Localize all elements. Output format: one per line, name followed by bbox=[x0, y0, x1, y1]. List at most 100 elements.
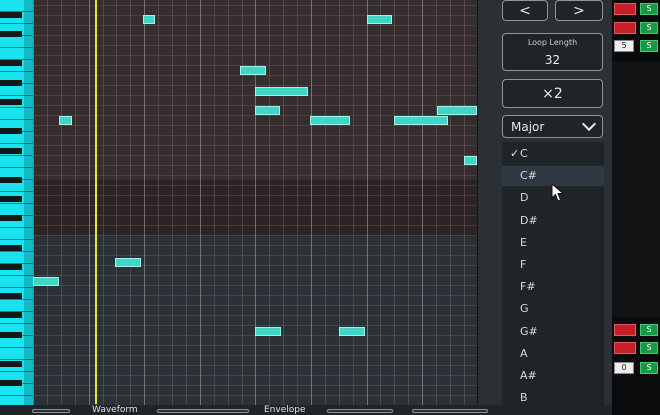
key-option[interactable]: F# bbox=[502, 277, 604, 297]
key-option[interactable]: G# bbox=[502, 322, 604, 342]
key-option-label: F# bbox=[520, 280, 536, 294]
mixer-channel: S bbox=[612, 342, 660, 356]
note[interactable] bbox=[255, 87, 308, 96]
black-key[interactable] bbox=[0, 215, 22, 222]
solo-button[interactable]: S bbox=[640, 22, 658, 34]
note[interactable] bbox=[464, 156, 477, 165]
note[interactable] bbox=[394, 116, 448, 125]
solo-button[interactable]: S bbox=[640, 3, 658, 15]
key-option[interactable]: F bbox=[502, 255, 604, 275]
key-option[interactable]: ✓ C bbox=[502, 144, 604, 164]
note[interactable] bbox=[339, 327, 365, 336]
channel-value[interactable]: 5 bbox=[614, 40, 634, 52]
white-key[interactable] bbox=[0, 252, 33, 264]
channel-value[interactable]: 0 bbox=[614, 362, 634, 374]
mute-button[interactable] bbox=[614, 3, 636, 15]
piano-keyboard[interactable] bbox=[0, 0, 33, 405]
black-key[interactable] bbox=[0, 31, 22, 38]
note[interactable] bbox=[33, 277, 59, 286]
white-key[interactable] bbox=[0, 36, 33, 48]
white-key[interactable] bbox=[0, 396, 33, 405]
black-key[interactable] bbox=[0, 263, 22, 270]
white-key[interactable] bbox=[0, 0, 33, 12]
white-key[interactable] bbox=[0, 84, 33, 96]
mixer-strip: SS5SSS0S bbox=[612, 0, 660, 415]
prev-button[interactable]: < bbox=[502, 0, 548, 21]
key-option-label: E bbox=[520, 235, 527, 249]
note[interactable] bbox=[115, 258, 141, 267]
key-option-label: A bbox=[520, 346, 528, 360]
white-key[interactable] bbox=[0, 276, 33, 288]
note[interactable] bbox=[310, 116, 350, 125]
mute-button[interactable] bbox=[614, 342, 636, 354]
key-option[interactable]: E bbox=[502, 233, 604, 253]
solo-button[interactable]: S bbox=[640, 40, 658, 52]
black-key[interactable] bbox=[0, 196, 22, 202]
grid-beat-line bbox=[380, 0, 381, 405]
note[interactable] bbox=[367, 15, 392, 24]
grid-beat-line bbox=[116, 0, 117, 405]
black-key[interactable] bbox=[0, 293, 22, 299]
piano-roll-grid[interactable] bbox=[33, 0, 477, 405]
waveform-control[interactable] bbox=[157, 409, 249, 413]
key-option[interactable]: D# bbox=[502, 211, 604, 231]
black-key[interactable] bbox=[0, 244, 22, 251]
grid-beat-line bbox=[297, 0, 298, 405]
white-key[interactable] bbox=[0, 300, 33, 312]
envelope-control[interactable] bbox=[327, 409, 393, 413]
grid-beat-line bbox=[353, 0, 354, 405]
tab-waveform[interactable]: Waveform bbox=[92, 405, 138, 415]
scale-select[interactable]: Major bbox=[502, 115, 603, 138]
black-key[interactable] bbox=[0, 147, 22, 154]
black-key[interactable] bbox=[0, 99, 22, 105]
black-key[interactable] bbox=[0, 331, 22, 338]
white-key[interactable] bbox=[0, 108, 33, 120]
black-key[interactable] bbox=[0, 11, 22, 18]
tab-envelope[interactable]: Envelope bbox=[264, 405, 306, 415]
next-button[interactable]: > bbox=[555, 0, 603, 21]
loop-length-box[interactable]: Loop Length 32 bbox=[502, 33, 603, 71]
note[interactable] bbox=[255, 327, 281, 336]
black-key[interactable] bbox=[0, 360, 22, 367]
grid-beat-line bbox=[242, 0, 243, 405]
key-option-label: C# bbox=[520, 169, 537, 183]
bottom-tab-right[interactable] bbox=[412, 409, 488, 413]
note[interactable] bbox=[59, 116, 72, 125]
solo-button[interactable]: S bbox=[640, 362, 658, 374]
note[interactable] bbox=[143, 15, 155, 24]
white-key[interactable] bbox=[0, 348, 33, 360]
mixer-channel: 5S bbox=[612, 40, 660, 54]
playhead[interactable] bbox=[95, 0, 97, 404]
grid-beat-line bbox=[47, 0, 48, 405]
white-key[interactable] bbox=[0, 156, 33, 168]
key-option[interactable]: A bbox=[502, 344, 604, 364]
white-key[interactable] bbox=[0, 336, 33, 348]
black-key[interactable] bbox=[0, 312, 22, 319]
solo-button[interactable]: S bbox=[640, 324, 658, 336]
white-key[interactable] bbox=[0, 228, 33, 240]
mute-button[interactable] bbox=[614, 324, 636, 336]
grid-beat-line bbox=[228, 0, 229, 405]
note[interactable] bbox=[437, 106, 477, 115]
note[interactable] bbox=[255, 106, 280, 115]
chevron-down-icon bbox=[581, 116, 597, 132]
bottom-tab-left[interactable] bbox=[32, 409, 70, 413]
white-key[interactable] bbox=[0, 204, 33, 216]
key-option[interactable]: A# bbox=[502, 366, 604, 386]
mixer-channel: S bbox=[612, 22, 660, 36]
mouse-cursor-icon bbox=[551, 183, 565, 202]
black-key[interactable] bbox=[0, 176, 22, 183]
black-key[interactable] bbox=[0, 60, 22, 67]
mute-button[interactable] bbox=[614, 22, 636, 34]
black-key[interactable] bbox=[0, 79, 22, 86]
solo-button[interactable]: S bbox=[640, 342, 658, 354]
white-key[interactable] bbox=[0, 48, 33, 60]
black-key[interactable] bbox=[0, 380, 22, 387]
note[interactable] bbox=[240, 66, 266, 75]
mixer-track-area bbox=[612, 62, 660, 317]
black-key[interactable] bbox=[0, 128, 22, 135]
key-option-label: C bbox=[520, 147, 528, 160]
key-option[interactable]: G bbox=[502, 299, 604, 319]
multiply-button[interactable]: ×2 bbox=[502, 79, 603, 108]
grid-beat-line bbox=[130, 0, 131, 405]
